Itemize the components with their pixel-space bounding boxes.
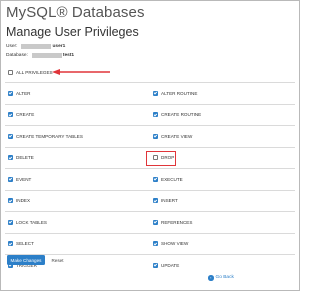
privilege-checkbox-select[interactable]: SELECT xyxy=(5,234,150,255)
database-info: Database: test1 xyxy=(6,53,74,58)
privilege-label: REFERENCES xyxy=(161,219,193,225)
checkbox-icon[interactable] xyxy=(153,133,158,139)
database-label: Database: xyxy=(6,53,28,58)
app-title: MySQL® Databases xyxy=(6,4,145,21)
privilege-label: EXECUTE xyxy=(161,176,183,182)
privilege-row: EVENT EXECUTE xyxy=(5,168,295,190)
checkbox-icon[interactable] xyxy=(8,155,13,161)
user-label: User: xyxy=(6,44,18,49)
reset-button[interactable]: Reset xyxy=(48,255,67,265)
privilege-label: LOCK TABLES xyxy=(16,219,47,225)
privilege-checkbox-create-view[interactable]: CREATE VIEW xyxy=(150,126,295,147)
privilege-checkbox-references[interactable]: REFERENCES xyxy=(150,212,295,233)
checkbox-icon[interactable] xyxy=(153,241,158,247)
privilege-checkbox-show-view[interactable]: SHOW VIEW xyxy=(150,234,295,255)
privilege-checkbox-create-routine[interactable]: CREATE ROUTINE xyxy=(150,105,295,126)
go-back-label: Go Back xyxy=(215,275,234,281)
checkbox-icon[interactable] xyxy=(153,112,158,118)
arrow-left-circle-icon: ‹ xyxy=(208,275,214,281)
privilege-label: EVENT xyxy=(16,176,32,182)
checkbox-icon[interactable] xyxy=(8,133,13,139)
privilege-row: LOCK TABLES REFERENCES xyxy=(5,211,295,233)
privilege-label: CREATE VIEW xyxy=(161,133,193,139)
privilege-checkbox-create[interactable]: CREATE xyxy=(5,105,150,126)
privilege-row: INDEX INSERT xyxy=(5,189,295,212)
go-back-link[interactable]: ‹ Go Back xyxy=(208,275,234,281)
privilege-checkbox-alter[interactable]: ALTER xyxy=(5,83,150,104)
privilege-label: CREATE ROUTINE xyxy=(161,112,202,118)
privilege-label: CREATE xyxy=(16,112,35,118)
privilege-checkbox-delete[interactable]: DELETE xyxy=(5,148,150,169)
checkbox-icon[interactable] xyxy=(8,176,13,182)
privilege-checkbox-index[interactable]: INDEX xyxy=(5,191,150,212)
user-info: User: user1 xyxy=(6,44,65,49)
annotation-arrow-icon xyxy=(52,69,110,75)
redacted-block xyxy=(31,53,62,58)
privilege-label: UPDATE xyxy=(161,262,180,268)
privilege-label: CREATE TEMPORARY TABLES xyxy=(16,133,83,139)
privilege-row: SELECT SHOW VIEW xyxy=(5,232,295,255)
checkbox-icon[interactable] xyxy=(8,219,13,225)
privilege-checkbox-event[interactable]: EVENT xyxy=(5,169,150,190)
make-changes-button[interactable]: Make Changes xyxy=(7,255,45,265)
privilege-label: ALTER xyxy=(16,90,31,96)
checkbox-icon[interactable] xyxy=(153,90,158,96)
privilege-row: CREATE CREATE ROUTINE xyxy=(5,103,295,126)
privilege-checkbox-alter-routine[interactable]: ALTER ROUTINE xyxy=(150,83,295,104)
privilege-checkbox-drop[interactable]: DROP xyxy=(146,148,295,169)
checkbox-icon[interactable] xyxy=(8,112,13,118)
privilege-checkbox-update[interactable]: UPDATE xyxy=(150,255,295,276)
page-title: Manage User Privileges xyxy=(6,25,139,39)
checkbox-icon[interactable] xyxy=(153,219,158,225)
privilege-label: ALTER ROUTINE xyxy=(161,90,198,96)
privilege-checkbox-insert[interactable]: INSERT xyxy=(150,191,295,212)
all-privileges-label: ALL PRIVILEGES xyxy=(16,69,53,75)
privilege-row: CREATE TEMPORARY TABLES CREATE VIEW xyxy=(5,125,295,147)
checkbox-icon[interactable] xyxy=(153,198,158,204)
database-value: test1 xyxy=(62,53,75,58)
privilege-row: DELETE DROP xyxy=(5,146,295,169)
checkbox-icon[interactable] xyxy=(153,176,158,182)
all-privileges-checkbox[interactable]: ALL PRIVILEGES xyxy=(8,68,53,76)
privilege-label: SHOW VIEW xyxy=(161,241,189,247)
privilege-checkbox-lock-tables[interactable]: LOCK TABLES xyxy=(5,212,150,233)
user-value: user1 xyxy=(52,44,66,49)
privilege-label: INSERT xyxy=(161,198,178,204)
privilege-row: ALTER ALTER ROUTINE xyxy=(5,82,295,104)
checkbox-icon[interactable] xyxy=(8,69,13,75)
privilege-checkbox-execute[interactable]: EXECUTE xyxy=(150,169,295,190)
privilege-label: SELECT xyxy=(16,241,34,247)
checkbox-icon[interactable] xyxy=(153,262,158,268)
privilege-label: DELETE xyxy=(16,155,34,161)
checkbox-icon[interactable] xyxy=(8,241,13,247)
redacted-block xyxy=(21,44,52,49)
privilege-checkbox-create-temporary-tables[interactable]: CREATE TEMPORARY TABLES xyxy=(5,126,150,147)
privileges-grid: ALTER ALTER ROUTINE CREATE CREATE ROUTINE CR… xyxy=(5,82,295,276)
checkbox-icon[interactable] xyxy=(8,90,13,96)
privilege-label: INDEX xyxy=(16,198,31,204)
annotation-highlight-box xyxy=(146,150,176,166)
checkbox-icon[interactable] xyxy=(8,198,13,204)
